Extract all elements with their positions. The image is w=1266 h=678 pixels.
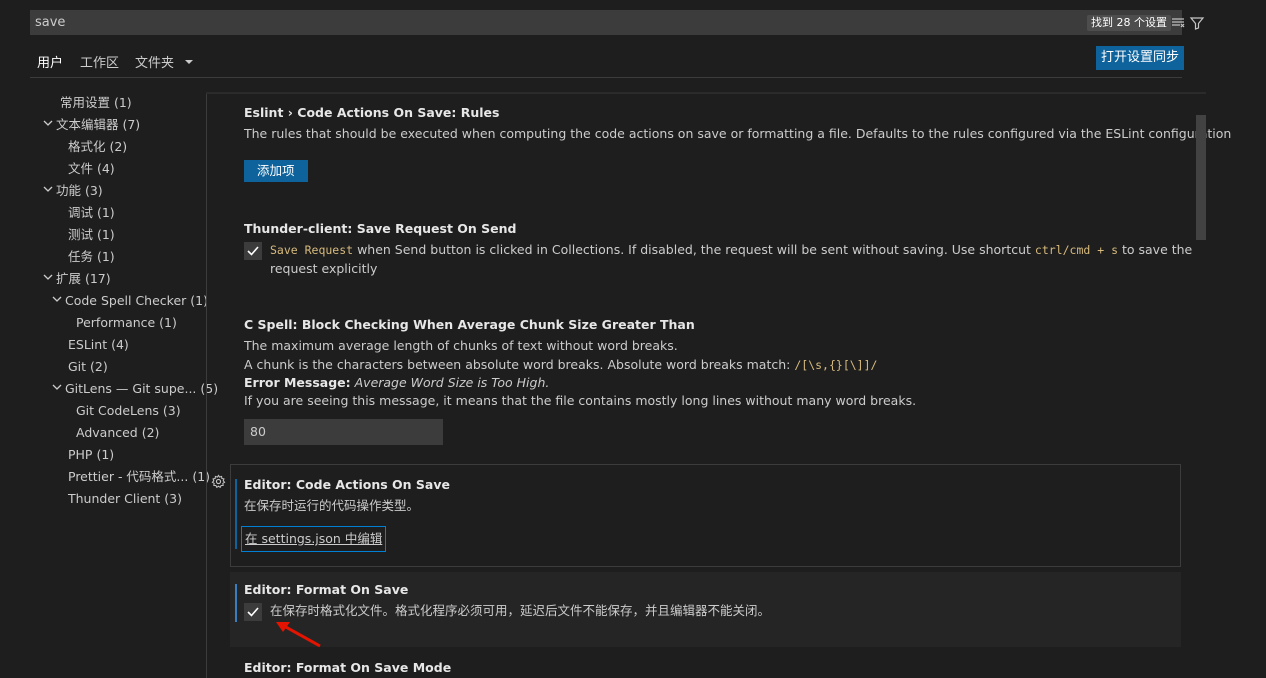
format-on-save-checkbox[interactable]	[244, 603, 262, 621]
toc-item[interactable]: GitLens — Git supe... (5)	[51, 380, 218, 398]
toc-item-label: 功能 (3)	[56, 183, 103, 198]
modified-indicator	[235, 584, 237, 622]
edit-in-settings-json-link[interactable]: 在 settings.json 中编辑	[241, 526, 387, 552]
toc-item[interactable]: ESLint (4)	[68, 336, 129, 354]
chevron-down-icon	[185, 60, 194, 64]
setting-title-format-on-save-mode: Editor: Format On Save Mode	[244, 660, 452, 675]
toc-item-label: 扩展 (17)	[56, 271, 111, 286]
tab-workspace[interactable]: 工作区	[80, 52, 119, 71]
toc-item[interactable]: 文件 (4)	[68, 160, 115, 178]
toc-item[interactable]: 格式化 (2)	[68, 138, 127, 156]
focus-indicator	[235, 479, 237, 549]
scrollbar-thumb[interactable]	[1196, 115, 1206, 240]
setting-desc-thunder-save-request: Save Request when Send button is clicked…	[270, 242, 1193, 257]
toc-divider	[206, 93, 207, 678]
setting-title-format-on-save: Editor: Format On Save	[244, 582, 409, 597]
cspell-desc-line3: Error Message: Average Word Size is Too …	[244, 375, 550, 390]
clear-filter-icon[interactable]	[1170, 15, 1186, 31]
toc-item[interactable]: 调试 (1)	[68, 204, 115, 222]
cspell-desc-line2: A chunk is the characters between absolu…	[244, 357, 878, 372]
toc-item[interactable]: Git CodeLens (3)	[76, 402, 181, 420]
chevron-down-icon	[43, 120, 53, 126]
gear-icon[interactable]	[211, 474, 226, 493]
thunder-save-request-checkbox[interactable]	[244, 242, 262, 260]
toc-item[interactable]: Performance (1)	[76, 314, 177, 332]
add-item-button[interactable]: 添加项	[244, 160, 308, 182]
chevron-down-icon	[43, 186, 53, 192]
tabs-divider	[30, 77, 1182, 78]
tab-user[interactable]: 用户	[37, 52, 63, 71]
setting-desc-thunder-save-request-cont: request explicitly	[270, 261, 378, 276]
setting-desc-format-on-save: 在保存时格式化文件。格式化程序必须可用，延迟后文件不能保存，并且编辑器不能关闭。	[270, 603, 771, 618]
setting-title-eslint-rules: Eslint › Code Actions On Save: Rules	[244, 105, 500, 120]
toc-item[interactable]: 功能 (3)	[42, 182, 103, 200]
setting-title-cspell-chunk-size: C Spell: Block Checking When Average Chu…	[244, 317, 695, 332]
setting-desc-code-actions-on-save: 在保存时运行的代码操作类型。	[244, 498, 420, 513]
tab-folder-label: 文件夹	[135, 56, 175, 71]
settings-search-bar: 找到 28 个设置	[30, 10, 1205, 35]
setting-desc-eslint-rules: The rules that should be executed when c…	[244, 126, 1232, 141]
toc-item[interactable]: Git (2)	[68, 358, 108, 376]
toc-item[interactable]: PHP (1)	[68, 446, 114, 464]
cspell-desc-line4: If you are seeing this message, it means…	[244, 393, 917, 408]
chevron-down-icon	[43, 274, 53, 280]
cspell-desc-line1: The maximum average length of chunks of …	[244, 338, 678, 353]
toc-item[interactable]: 文本编辑器 (7)	[42, 116, 140, 134]
setting-title-code-actions-on-save: Editor: Code Actions On Save	[244, 477, 450, 492]
search-result-count: 找到 28 个设置	[1087, 15, 1171, 31]
setting-title-thunder-save-request: Thunder-client: Save Request On Send	[244, 221, 517, 236]
chevron-down-icon	[52, 296, 62, 302]
filter-icon[interactable]	[1189, 15, 1205, 31]
chevron-down-icon	[52, 384, 62, 390]
toc-item[interactable]: 常用设置 (1)	[60, 94, 132, 112]
annotation-arrow-icon	[276, 622, 321, 648]
toc-item[interactable]: Thunder Client (3)	[68, 490, 182, 508]
list-top-border	[206, 92, 1206, 94]
toc-item-label: Code Spell Checker (1)	[65, 293, 208, 308]
toc-item[interactable]: Advanced (2)	[76, 424, 159, 442]
toc-item[interactable]: 任务 (1)	[68, 248, 115, 266]
open-settings-sync-button[interactable]: 打开设置同步	[1096, 46, 1185, 70]
toc-item[interactable]: Prettier - 代码格式... (1)	[68, 468, 210, 486]
checkmark-icon	[247, 607, 259, 617]
chunk-size-input[interactable]: 80	[244, 419, 443, 445]
settings-search-input[interactable]	[30, 10, 1030, 35]
toc-item[interactable]: Code Spell Checker (1)	[51, 292, 208, 310]
toc-item-label: 文本编辑器 (7)	[56, 117, 141, 132]
toc-item-label: GitLens — Git supe... (5)	[65, 381, 219, 396]
toc-item[interactable]: 扩展 (17)	[42, 270, 111, 288]
toc-item[interactable]: 测试 (1)	[68, 226, 115, 244]
checkmark-icon	[247, 246, 259, 256]
tab-folder[interactable]: 文件夹	[135, 52, 194, 71]
